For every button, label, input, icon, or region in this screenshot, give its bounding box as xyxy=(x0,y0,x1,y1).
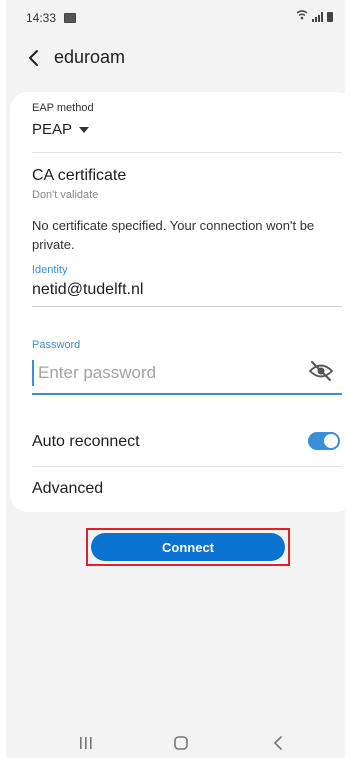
chevron-left-icon[interactable] xyxy=(22,46,46,70)
divider xyxy=(32,152,342,153)
header: eduroam xyxy=(6,38,345,78)
connect-highlight: Connect xyxy=(86,528,290,566)
auto-reconnect-label: Auto reconnect xyxy=(32,433,140,450)
status-bar: 14:33 xyxy=(6,0,345,38)
status-time: 14:33 xyxy=(26,11,57,25)
identity-underline xyxy=(32,306,342,307)
battery-icon xyxy=(327,11,333,22)
home-icon[interactable] xyxy=(174,736,188,750)
screen: 14:33 eduroam EAP method PEAP CA certifi… xyxy=(6,0,350,758)
eap-method-value: PEAP xyxy=(32,121,73,138)
network-settings-card: EAP method PEAP CA certificate Don't val… xyxy=(10,92,350,512)
identity-field[interactable]: netid@tudelft.nl xyxy=(32,281,143,299)
ca-certificate-title[interactable]: CA certificate xyxy=(32,167,126,185)
wifi-calling-icon xyxy=(296,10,308,23)
eap-method-dropdown[interactable]: PEAP xyxy=(32,121,90,138)
advanced-item[interactable]: Advanced xyxy=(32,480,103,498)
recent-apps-icon[interactable] xyxy=(78,736,94,750)
connect-button[interactable]: Connect xyxy=(91,533,285,561)
eap-method-label: EAP method xyxy=(32,102,94,114)
auto-reconnect-toggle[interactable] xyxy=(308,432,340,450)
password-input[interactable] xyxy=(32,360,308,386)
gallery-icon xyxy=(64,13,76,23)
divider xyxy=(32,466,342,467)
navigation-bar xyxy=(6,728,345,758)
ca-certificate-value: Don't validate xyxy=(32,189,99,201)
password-underline xyxy=(32,393,342,395)
eye-off-icon[interactable] xyxy=(308,360,334,382)
certificate-warning: No certificate specified. Your connectio… xyxy=(32,218,315,252)
toggle-knob xyxy=(324,434,338,448)
caret-down-icon xyxy=(79,127,90,134)
status-icons xyxy=(296,10,333,23)
page-title: eduroam xyxy=(54,47,126,67)
signal-bars-icon xyxy=(312,11,323,22)
back-icon[interactable] xyxy=(272,736,284,750)
identity-label: Identity xyxy=(32,264,68,276)
password-label: Password xyxy=(32,339,81,351)
